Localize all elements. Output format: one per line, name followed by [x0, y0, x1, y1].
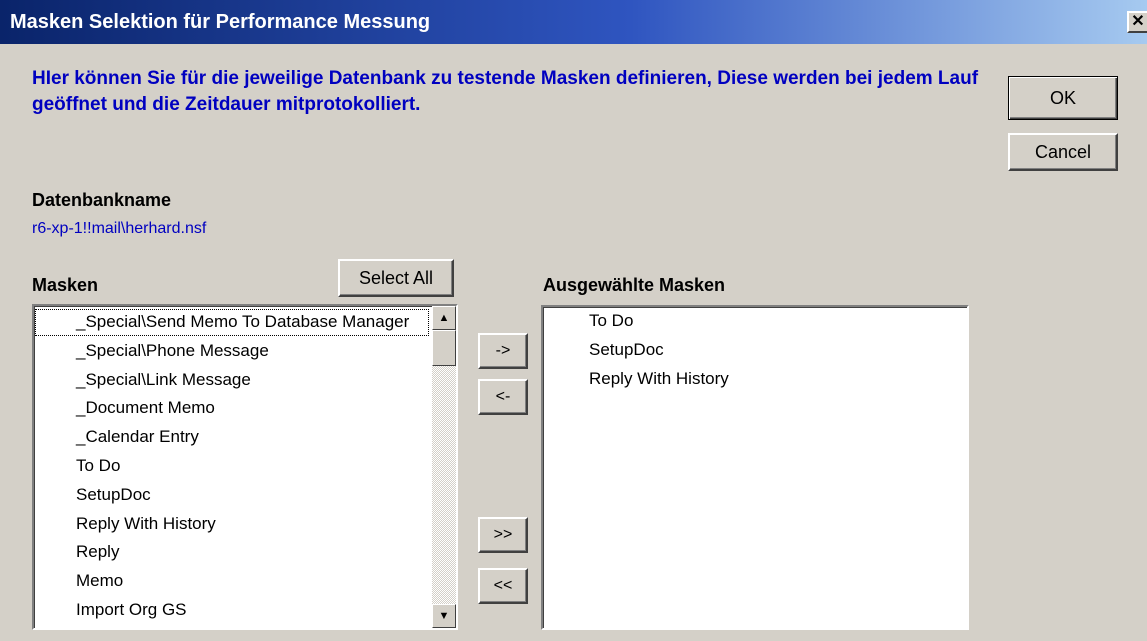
list-item[interactable]: _Special\Phone Message — [34, 337, 430, 366]
add-selected-button[interactable]: -> — [478, 333, 528, 369]
close-icon: ✕ — [1131, 13, 1145, 30]
selected-masks-label: Ausgewählte Masken — [543, 275, 726, 295]
list-item[interactable]: SetupDoc — [543, 336, 963, 365]
database-label: Datenbankname — [32, 190, 172, 210]
list-item[interactable]: _Calendar Entry — [34, 423, 430, 452]
list-item[interactable]: Import Org GS — [34, 596, 430, 625]
list-item[interactable]: To Do — [543, 307, 963, 336]
remove-selected-button[interactable]: <- — [478, 379, 528, 415]
scroll-down-button[interactable]: ▼ — [432, 604, 456, 628]
add-all-button[interactable]: >> — [478, 517, 528, 553]
list-item[interactable]: SetupDoc — [34, 481, 430, 510]
select-all-button[interactable]: Select All — [338, 259, 454, 297]
scroll-up-button[interactable]: ▲ — [432, 306, 456, 330]
masks-label: Masken — [32, 275, 99, 295]
masks-scrollbar[interactable]: ▲ ▼ — [432, 306, 456, 628]
list-item[interactable]: Reply — [34, 538, 430, 567]
close-button[interactable]: ✕ — [1127, 11, 1147, 33]
window-title: Masken Selektion für Performance Messung — [10, 11, 431, 33]
cancel-button[interactable]: Cancel — [1008, 133, 1118, 171]
masks-listbox[interactable]: _Special\Send Memo To Database Manager _… — [32, 304, 458, 630]
list-item[interactable]: To Do — [34, 452, 430, 481]
list-item[interactable]: Reply With History — [34, 510, 430, 539]
list-item[interactable]: Reply With History — [543, 365, 963, 394]
title-bar: Masken Selektion für Performance Messung… — [0, 0, 1147, 44]
remove-all-button[interactable]: << — [478, 568, 528, 604]
list-item[interactable]: _Special\Send Memo To Database Manager — [34, 308, 430, 337]
arrow-down-icon: ▼ — [438, 610, 450, 622]
list-item[interactable]: _Special\Link Message — [34, 366, 430, 395]
arrow-up-icon: ▲ — [438, 312, 450, 324]
ok-button[interactable]: OK — [1008, 76, 1118, 120]
list-item[interactable]: _Document Memo — [34, 394, 430, 423]
description-text: HIer können Sie für die jeweilige Datenb… — [32, 68, 979, 115]
list-item[interactable]: Memo — [34, 567, 430, 596]
selected-masks-listbox[interactable]: To Do SetupDoc Reply With History — [541, 305, 969, 630]
scroll-thumb[interactable] — [432, 330, 456, 366]
database-value: r6-xp-1!!mail\herhard.nsf — [32, 220, 207, 237]
